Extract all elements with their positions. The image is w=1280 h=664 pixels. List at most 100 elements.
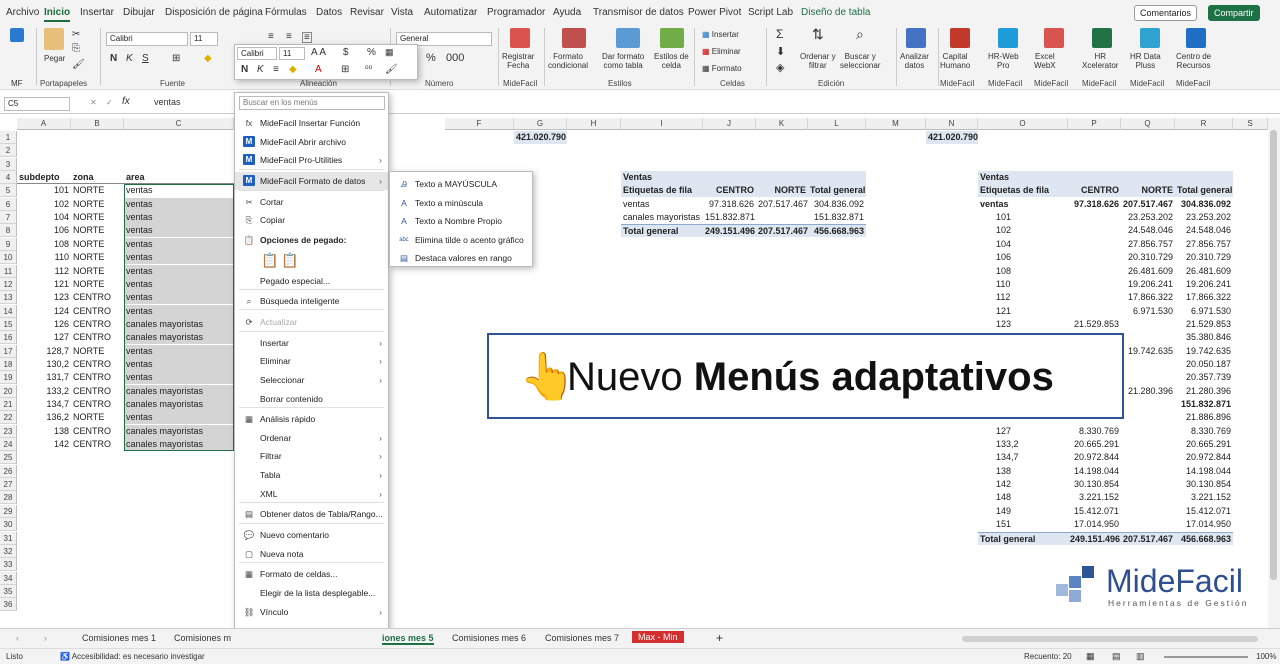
cell[interactable]: CENTRO bbox=[71, 291, 124, 304]
cell[interactable] bbox=[1121, 425, 1175, 438]
menu-tab-6[interactable]: Datos bbox=[316, 7, 342, 18]
addin-button-4[interactable]: HR Data Pluss bbox=[1130, 52, 1161, 70]
calendar-icon[interactable] bbox=[510, 28, 530, 48]
cell[interactable]: CENTRO bbox=[71, 438, 124, 451]
row-header[interactable]: 24 bbox=[0, 438, 17, 452]
sheet-tab-1[interactable]: Comisiones m bbox=[174, 633, 231, 643]
cell[interactable]: 24.548.046 bbox=[1121, 224, 1175, 237]
cell[interactable] bbox=[756, 211, 808, 224]
mini-format-icon[interactable]: ▦ bbox=[385, 48, 394, 57]
cell[interactable]: 106 bbox=[978, 251, 1068, 264]
page-break-icon[interactable]: ▥ bbox=[1136, 651, 1145, 662]
column-header[interactable]: Q bbox=[1121, 118, 1175, 130]
cell[interactable]: 456.668.963 bbox=[808, 224, 866, 238]
mf-icon[interactable] bbox=[10, 28, 24, 42]
cell[interactable]: Ventas bbox=[621, 171, 866, 185]
cell[interactable]: ventas bbox=[124, 344, 234, 358]
cell[interactable]: 123 bbox=[978, 318, 1068, 331]
cell[interactable] bbox=[1121, 438, 1175, 451]
comments-button[interactable]: Comentarios bbox=[1134, 5, 1198, 21]
cell[interactable]: 19.742.635 bbox=[1175, 345, 1233, 358]
row-header[interactable]: 14 bbox=[0, 304, 17, 318]
column-header[interactable]: G bbox=[514, 118, 567, 130]
cell[interactable]: Total general bbox=[978, 531, 1068, 545]
cell[interactable]: 26.481.609 bbox=[1175, 265, 1233, 278]
cell[interactable] bbox=[1121, 451, 1175, 464]
cell[interactable]: 23.253.202 bbox=[1121, 211, 1175, 224]
menu-tab-9[interactable]: Automatizar bbox=[424, 7, 477, 18]
fill-color-icon[interactable]: ◆ bbox=[204, 54, 212, 64]
cell[interactable] bbox=[1068, 291, 1121, 304]
row-header[interactable]: 29 bbox=[0, 504, 17, 518]
column-header[interactable]: R bbox=[1175, 118, 1233, 130]
column-header[interactable]: B bbox=[71, 118, 124, 130]
cell[interactable] bbox=[1121, 491, 1175, 504]
menu-tab-7[interactable]: Revisar bbox=[350, 7, 384, 18]
column-header[interactable]: H bbox=[567, 118, 621, 130]
mini-italic-icon[interactable]: K bbox=[257, 65, 264, 75]
context-menu-item[interactable]: Borrar contenido bbox=[235, 390, 388, 408]
column-header[interactable]: F bbox=[445, 118, 514, 130]
cell[interactable]: NORTE bbox=[71, 411, 124, 424]
cell[interactable]: 456.668.963 bbox=[1175, 531, 1233, 545]
cell[interactable]: 20.665.291 bbox=[1068, 438, 1121, 451]
mini-currency-icon[interactable]: $ bbox=[343, 48, 349, 58]
cell[interactable]: 35.380.846 bbox=[1175, 331, 1233, 344]
cell[interactable]: ventas bbox=[124, 197, 234, 211]
cell[interactable]: 19.206.241 bbox=[1121, 278, 1175, 291]
cell[interactable]: 102 bbox=[17, 198, 71, 211]
addin-button-2[interactable]: Excel WebX bbox=[1034, 52, 1056, 70]
cell[interactable]: 142 bbox=[17, 438, 71, 451]
row-header[interactable]: 35 bbox=[0, 584, 17, 598]
cell[interactable]: ventas bbox=[978, 198, 1068, 211]
row-header[interactable]: 8 bbox=[0, 224, 17, 238]
context-menu-item[interactable]: ▢ Nueva nota bbox=[235, 545, 388, 563]
insert-cells-button[interactable]: ▦ Insertar bbox=[702, 30, 739, 39]
cell[interactable]: 23.253.202 bbox=[1175, 211, 1233, 224]
autosum-icon[interactable]: Σ bbox=[776, 28, 783, 40]
context-menu-item[interactable]: Ordenar › bbox=[235, 429, 388, 447]
cell[interactable]: 148 bbox=[978, 491, 1068, 504]
cell[interactable]: 101 bbox=[17, 184, 71, 197]
cell[interactable]: 112 bbox=[17, 265, 71, 278]
cell[interactable]: 14.198.044 bbox=[1175, 465, 1233, 478]
percent-icon[interactable]: % bbox=[426, 53, 436, 64]
paste-values-icon[interactable]: 📋 bbox=[281, 251, 298, 269]
column-header[interactable]: C bbox=[124, 118, 234, 130]
cell[interactable]: NORTE bbox=[71, 184, 124, 197]
cell[interactable]: 134,7 bbox=[978, 451, 1068, 464]
column-header[interactable]: K bbox=[756, 118, 808, 130]
share-button[interactable]: Compartir bbox=[1208, 5, 1260, 21]
cell[interactable]: 104 bbox=[978, 238, 1068, 251]
cell[interactable]: 421.020.790 bbox=[514, 131, 567, 144]
cell[interactable]: ventas bbox=[124, 357, 234, 371]
context-menu-item[interactable]: ⌕ Búsqueda inteligente bbox=[235, 292, 388, 310]
cell[interactable]: ventas bbox=[124, 277, 234, 291]
cell[interactable]: 136,2 bbox=[17, 411, 71, 424]
cell[interactable]: 207.517.467 bbox=[756, 198, 808, 211]
cell[interactable]: 17.866.322 bbox=[1175, 291, 1233, 304]
align-top-icon[interactable]: ≡ bbox=[268, 32, 274, 42]
fx-icon[interactable]: fx bbox=[122, 97, 130, 107]
row-header[interactable]: 33 bbox=[0, 558, 17, 572]
addin-icon-1[interactable] bbox=[998, 28, 1018, 48]
next-sheet-icon[interactable]: › bbox=[44, 633, 47, 643]
context-menu-item[interactable]: Pegado especial... bbox=[235, 272, 388, 290]
row-header[interactable]: 26 bbox=[0, 464, 17, 478]
cell[interactable]: ventas bbox=[124, 251, 234, 265]
cell[interactable]: ventas bbox=[124, 237, 234, 251]
row-header[interactable]: 34 bbox=[0, 571, 17, 585]
cell[interactable]: 110 bbox=[17, 251, 71, 264]
cell[interactable]: Total general bbox=[1175, 184, 1233, 198]
cell[interactable]: ventas bbox=[621, 198, 703, 211]
context-menu-item[interactable]: ✂ Cortar bbox=[235, 193, 388, 211]
cell[interactable]: ventas bbox=[124, 264, 234, 278]
sheet-tab-2[interactable]: iones mes 5 bbox=[382, 633, 434, 645]
mini-painter-icon[interactable]: 🖌 bbox=[385, 65, 398, 75]
cell[interactable]: 30.130.854 bbox=[1175, 478, 1233, 491]
cell[interactable]: 142 bbox=[978, 478, 1068, 491]
cell[interactable]: ventas bbox=[124, 184, 234, 197]
registrar-fecha-button[interactable]: Registrar Fecha bbox=[502, 52, 534, 70]
addin-button-5[interactable]: Centro de Recursos bbox=[1176, 52, 1211, 70]
cell[interactable]: 26.481.609 bbox=[1121, 265, 1175, 278]
